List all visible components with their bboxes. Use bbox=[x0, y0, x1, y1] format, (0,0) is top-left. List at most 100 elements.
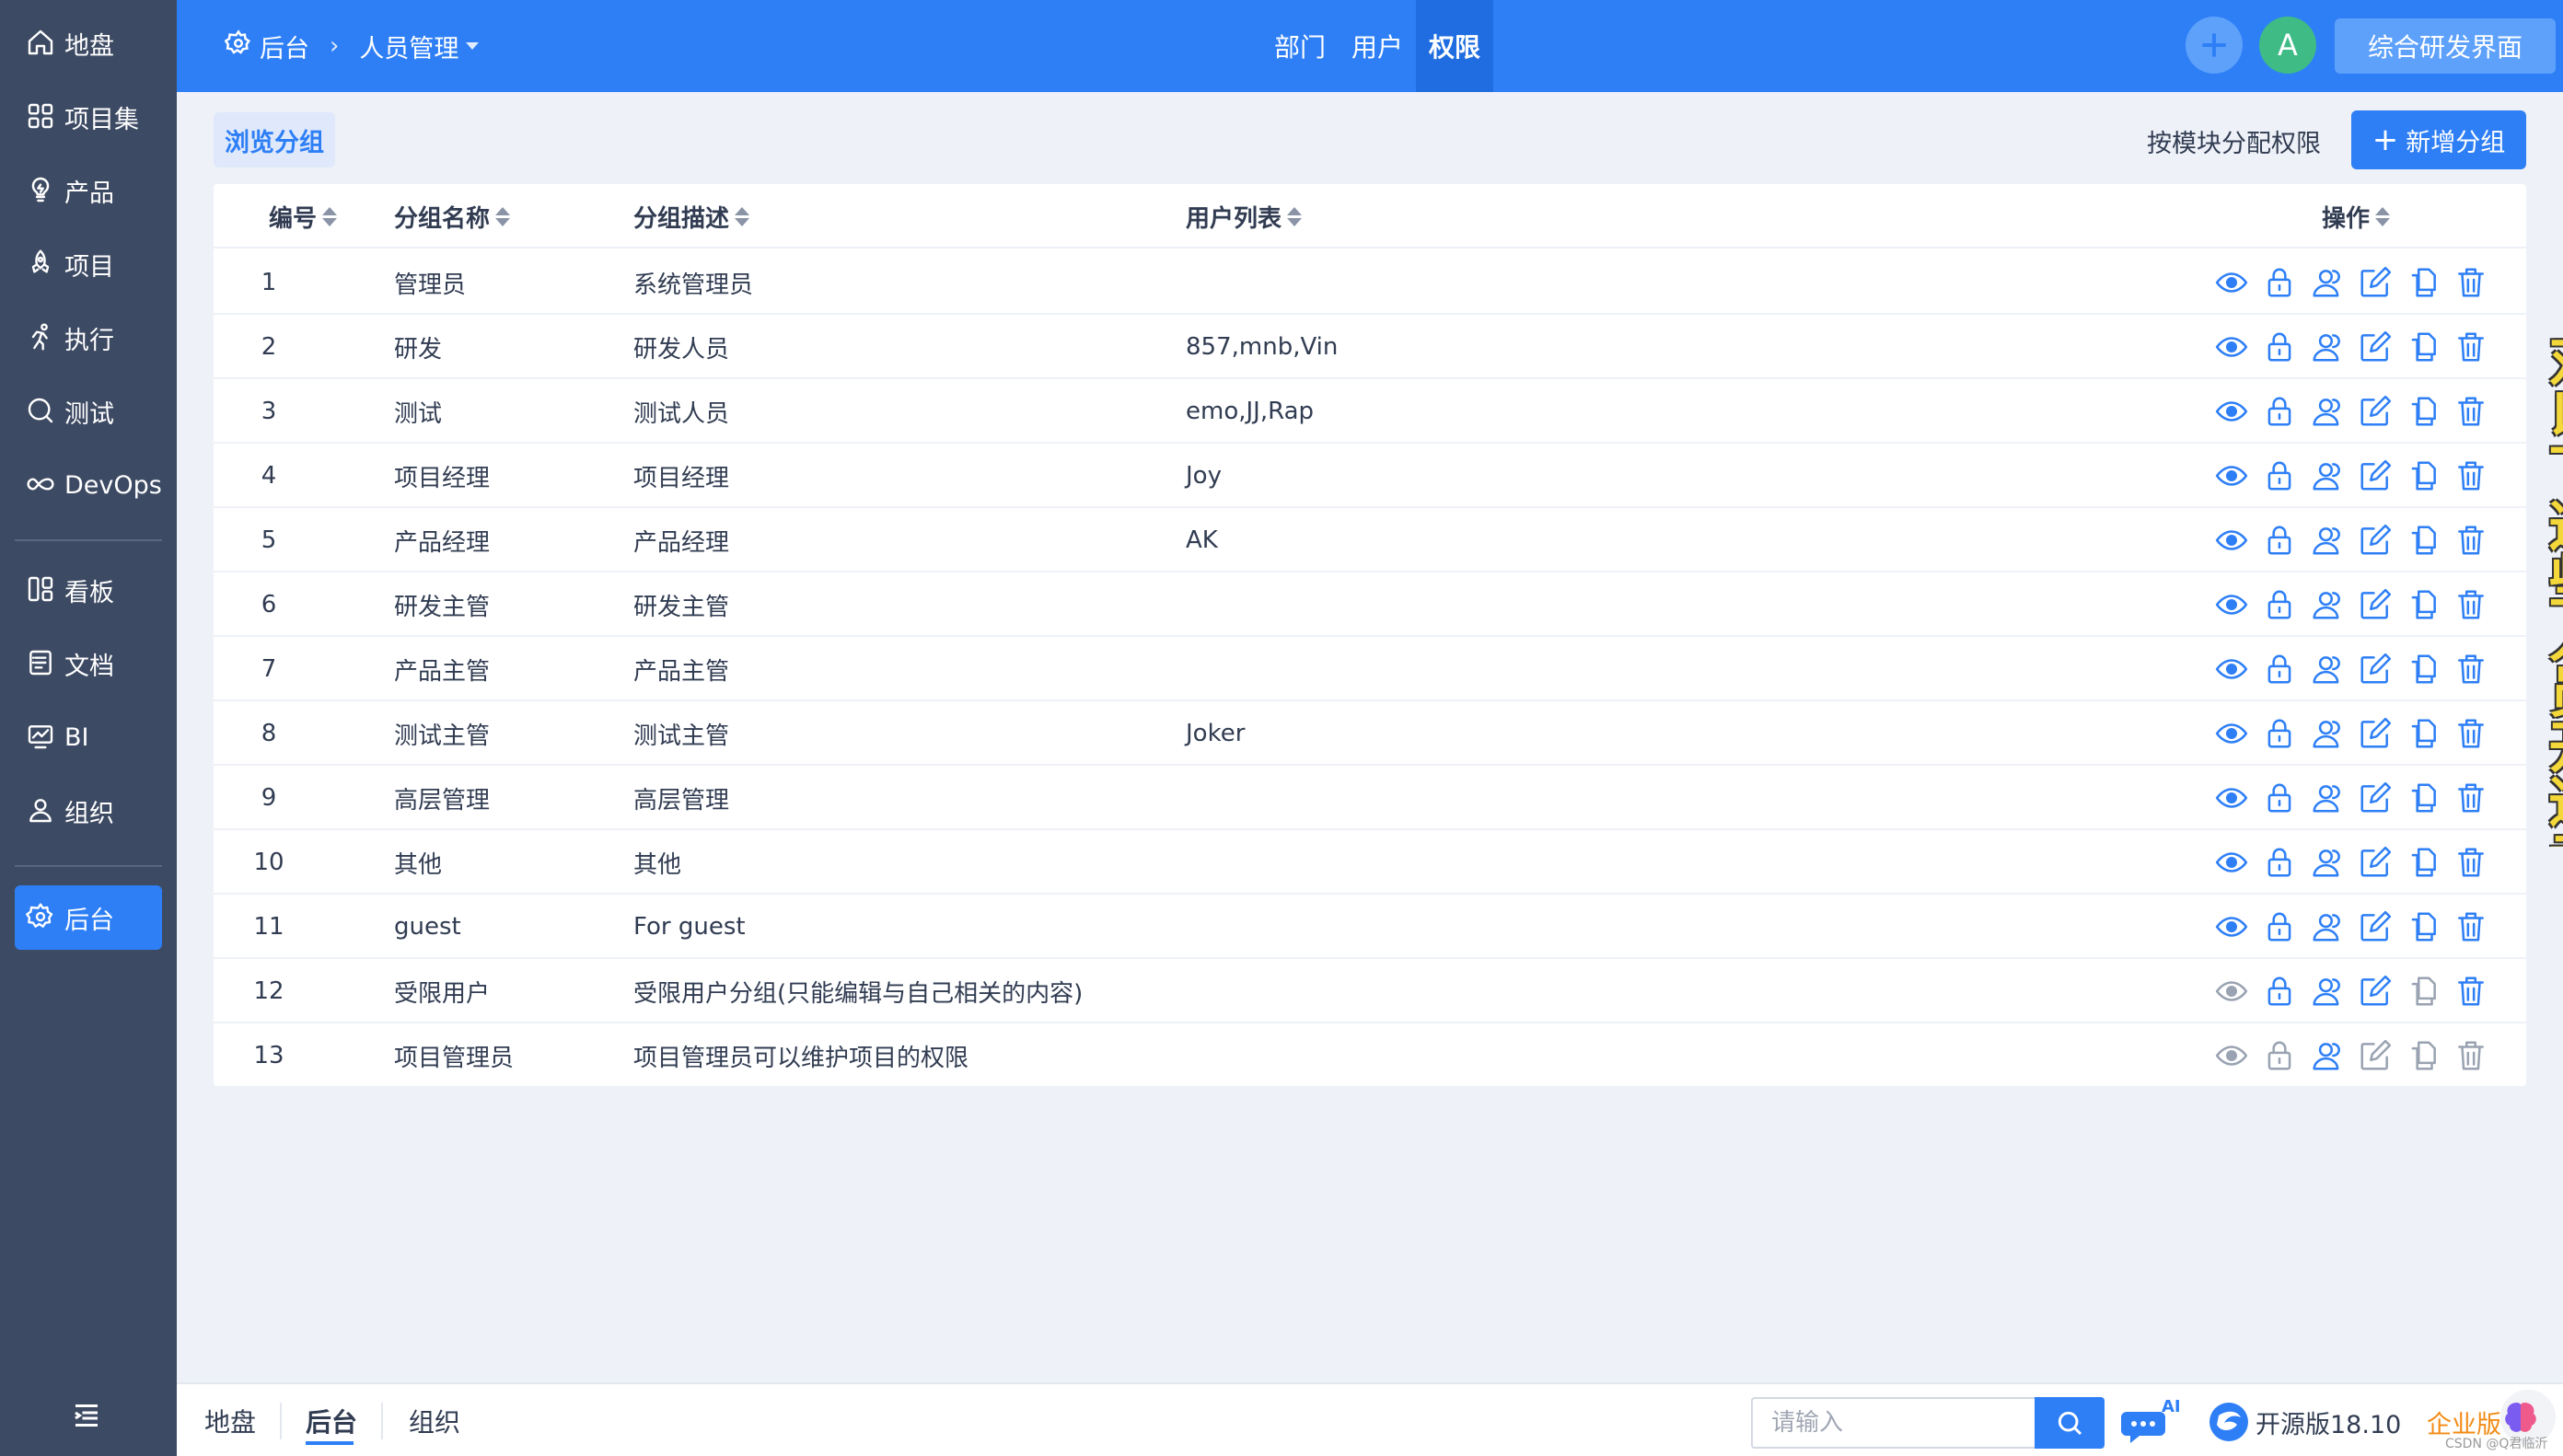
search-input[interactable] bbox=[1751, 1397, 2035, 1449]
trash-icon[interactable] bbox=[2447, 780, 2495, 816]
copy-icon[interactable] bbox=[2399, 329, 2447, 365]
avatar[interactable]: A bbox=[2259, 17, 2316, 74]
trash-icon[interactable] bbox=[2447, 844, 2495, 881]
copy-icon[interactable] bbox=[2399, 586, 2447, 623]
copy-icon[interactable] bbox=[2399, 522, 2447, 559]
edit-icon[interactable] bbox=[2351, 908, 2399, 945]
users-icon[interactable] bbox=[2303, 264, 2351, 301]
users-icon[interactable] bbox=[2303, 651, 2351, 688]
chevron-down-icon[interactable] bbox=[466, 42, 480, 50]
copy-icon[interactable] bbox=[2399, 651, 2447, 688]
breadcrumb-root[interactable]: 后台 bbox=[260, 29, 309, 64]
search-button[interactable] bbox=[2035, 1397, 2105, 1449]
version-label[interactable]: 开源版18.10 bbox=[2256, 1404, 2401, 1440]
col-actions-header[interactable]: 操作 bbox=[2322, 184, 2391, 248]
eye-icon[interactable] bbox=[2208, 522, 2256, 559]
col-id-header[interactable]: 编号 bbox=[269, 184, 338, 248]
add-group-button[interactable]: + 新增分组 bbox=[2351, 110, 2526, 169]
eye-icon[interactable] bbox=[2208, 586, 2256, 623]
lock-icon[interactable] bbox=[2256, 393, 2303, 430]
assign-by-module-link[interactable]: 按模块分配权限 bbox=[2147, 123, 2321, 159]
eye-icon[interactable] bbox=[2208, 651, 2256, 688]
eye-icon[interactable] bbox=[2208, 844, 2256, 881]
sidebar-item-1[interactable]: 项目集 bbox=[15, 85, 162, 149]
footer-tab-admin[interactable]: 后台 bbox=[306, 1403, 357, 1439]
lock-icon[interactable] bbox=[2256, 908, 2303, 945]
ai-chat-icon[interactable]: AI bbox=[2121, 1397, 2181, 1445]
eye-icon[interactable] bbox=[2208, 908, 2256, 945]
edit-icon[interactable] bbox=[2351, 393, 2399, 430]
sort-icon[interactable] bbox=[495, 206, 511, 226]
edit-icon[interactable] bbox=[2351, 264, 2399, 301]
trash-icon[interactable] bbox=[2447, 329, 2495, 365]
footer-tab-dashboard[interactable]: 地盘 bbox=[204, 1403, 256, 1439]
copy-icon[interactable] bbox=[2399, 457, 2447, 494]
col-name-header[interactable]: 分组名称 bbox=[394, 184, 511, 248]
edit-icon[interactable] bbox=[2351, 844, 2399, 881]
sidebar-item-11[interactable]: 后台 bbox=[15, 885, 162, 950]
trash-icon[interactable] bbox=[2447, 651, 2495, 688]
sort-icon[interactable] bbox=[735, 206, 750, 226]
trash-icon[interactable] bbox=[2447, 522, 2495, 559]
lock-icon[interactable] bbox=[2256, 780, 2303, 816]
eye-icon[interactable] bbox=[2208, 780, 2256, 816]
lock-icon[interactable] bbox=[2256, 715, 2303, 752]
sidebar-item-2[interactable]: 产品 bbox=[15, 158, 162, 223]
sidebar-item-9[interactable]: BI bbox=[15, 705, 162, 769]
edit-icon[interactable] bbox=[2351, 651, 2399, 688]
trash-icon[interactable] bbox=[2447, 586, 2495, 623]
edit-icon[interactable] bbox=[2351, 715, 2399, 752]
eye-icon[interactable] bbox=[2208, 715, 2256, 752]
sort-icon[interactable] bbox=[1287, 206, 1303, 226]
copy-icon[interactable] bbox=[2399, 908, 2447, 945]
edit-icon[interactable] bbox=[2351, 329, 2399, 365]
lock-icon[interactable] bbox=[2256, 329, 2303, 365]
lock-icon[interactable] bbox=[2256, 457, 2303, 494]
users-icon[interactable] bbox=[2303, 457, 2351, 494]
copy-icon[interactable] bbox=[2399, 264, 2447, 301]
users-icon[interactable] bbox=[2303, 908, 2351, 945]
sort-icon[interactable] bbox=[2375, 206, 2391, 226]
lock-icon[interactable] bbox=[2256, 973, 2303, 1010]
col-desc-header[interactable]: 分组描述 bbox=[633, 184, 750, 248]
lock-icon[interactable] bbox=[2256, 844, 2303, 881]
edit-icon[interactable] bbox=[2351, 522, 2399, 559]
sidebar-item-4[interactable]: 执行 bbox=[15, 306, 162, 370]
eye-icon[interactable] bbox=[2208, 329, 2256, 365]
trash-icon[interactable] bbox=[2447, 457, 2495, 494]
edit-icon[interactable] bbox=[2351, 586, 2399, 623]
trash-icon[interactable] bbox=[2447, 908, 2495, 945]
col-users-header[interactable]: 用户列表 bbox=[1186, 184, 1303, 248]
sidebar-item-10[interactable]: 组织 bbox=[15, 779, 162, 843]
trash-icon[interactable] bbox=[2447, 264, 2495, 301]
lock-icon[interactable] bbox=[2256, 586, 2303, 623]
breadcrumb-current[interactable]: 人员管理 bbox=[359, 29, 458, 64]
lock-icon[interactable] bbox=[2256, 522, 2303, 559]
tab-department[interactable]: 部门 bbox=[1261, 0, 1339, 92]
edit-icon[interactable] bbox=[2351, 457, 2399, 494]
sidebar-item-7[interactable]: 看板 bbox=[15, 558, 162, 622]
copy-icon[interactable] bbox=[2399, 844, 2447, 881]
collapse-menu-icon[interactable] bbox=[70, 1399, 107, 1436]
trash-icon[interactable] bbox=[2447, 715, 2495, 752]
users-icon[interactable] bbox=[2303, 586, 2351, 623]
users-icon[interactable] bbox=[2303, 844, 2351, 881]
copy-icon[interactable] bbox=[2399, 393, 2447, 430]
sidebar-item-0[interactable]: 地盘 bbox=[15, 11, 162, 75]
tab-users[interactable]: 用户 bbox=[1339, 0, 1416, 92]
users-icon[interactable] bbox=[2303, 973, 2351, 1010]
edit-icon[interactable] bbox=[2351, 973, 2399, 1010]
eye-icon[interactable] bbox=[2208, 393, 2256, 430]
footer-tab-org[interactable]: 组织 bbox=[409, 1403, 460, 1439]
lock-icon[interactable] bbox=[2256, 651, 2303, 688]
tab-permissions[interactable]: 权限 bbox=[1416, 0, 1494, 92]
sidebar-item-3[interactable]: 项目 bbox=[15, 232, 162, 296]
sort-icon[interactable] bbox=[322, 206, 338, 226]
eye-icon[interactable] bbox=[2208, 457, 2256, 494]
copy-icon[interactable] bbox=[2399, 780, 2447, 816]
quick-create-button[interactable] bbox=[2186, 17, 2243, 74]
users-icon[interactable] bbox=[2303, 393, 2351, 430]
sidebar-item-8[interactable]: 文档 bbox=[15, 631, 162, 696]
users-icon[interactable] bbox=[2303, 522, 2351, 559]
users-icon[interactable] bbox=[2303, 329, 2351, 365]
